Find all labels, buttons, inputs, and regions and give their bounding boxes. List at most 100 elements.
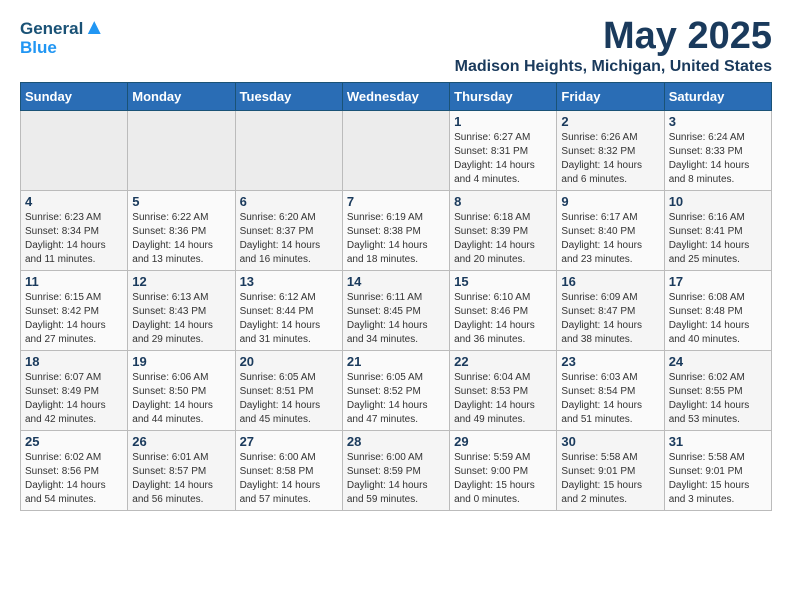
day-number: 31 <box>669 434 767 449</box>
calendar-cell: 26 Sunrise: 6:01 AMSunset: 8:57 PMDayligh… <box>128 431 235 511</box>
sunrise-label: Sunrise: 6:05 AM <box>347 372 423 383</box>
logo-bird-icon: ▲ <box>83 14 105 39</box>
day-number: 26 <box>132 434 230 449</box>
daylight-label: Daylight: 14 hours and 29 minutes. <box>132 320 213 345</box>
sunset-label: Sunset: 8:56 PM <box>25 466 99 477</box>
sunrise-label: Sunrise: 6:26 AM <box>561 132 637 143</box>
daylight-label: Daylight: 14 hours and 31 minutes. <box>240 320 321 345</box>
day-number: 7 <box>347 194 445 209</box>
sunrise-label: Sunrise: 5:58 AM <box>561 452 637 463</box>
page: General▲ Blue May 2025 Madison Heights, … <box>0 0 792 526</box>
week-row-3: 11Sunrise: 6:15 AMSunset: 8:42 PMDayligh… <box>21 271 772 351</box>
daylight-label: Daylight: 14 hours and 25 minutes. <box>669 240 750 265</box>
sunset-label: Sunset: 8:51 PM <box>240 386 314 397</box>
daylight-label: Daylight: 15 hours and 2 minutes. <box>561 480 642 505</box>
sunset-label: Sunset: 8:32 PM <box>561 146 635 157</box>
col-header-tuesday: Tuesday <box>235 83 342 111</box>
day-number: 28 <box>347 434 445 449</box>
sunset-label: Sunset: 8:39 PM <box>454 226 528 237</box>
day-number: 16 <box>561 274 659 289</box>
sunset-label: Sunset: 8:31 PM <box>454 146 528 157</box>
sunset-label: Sunset: 8:58 PM <box>240 466 314 477</box>
day-info: Sunrise: 6:04 AMSunset: 8:53 PMDaylight:… <box>454 371 552 427</box>
calendar-cell: 6Sunrise: 6:20 AMSunset: 8:37 PMDaylight… <box>235 191 342 271</box>
day-info: Sunrise: 5:58 AMSunset: 9:01 PMDaylight:… <box>669 451 767 507</box>
day-number: 8 <box>454 194 552 209</box>
sunset-label: Sunset: 8:37 PM <box>240 226 314 237</box>
day-number: 21 <box>347 354 445 369</box>
day-info: Sunrise: 6:10 AMSunset: 8:46 PMDaylight:… <box>454 291 552 347</box>
col-header-friday: Friday <box>557 83 664 111</box>
month-title: May 2025 <box>455 15 772 58</box>
day-info: Sunrise: 6:02 AMSunset: 8:55 PMDaylight:… <box>669 371 767 427</box>
sunrise-label: Sunrise: 6:02 AM <box>669 372 745 383</box>
day-number: 25 <box>25 434 123 449</box>
calendar-cell: 12 Sunrise: 6:13 AMSunset: 8:43 PMDayligh… <box>128 271 235 351</box>
daylight-label: Daylight: 14 hours and 42 minutes. <box>25 400 106 425</box>
daylight-label: Daylight: 14 hours and 56 minutes. <box>132 480 213 505</box>
day-info: Sunrise: 6:06 AMSunset: 8:50 PMDaylight:… <box>132 371 230 427</box>
week-row-1: 1 Sunrise: 6:27 AMSunset: 8:31 PMDaylight… <box>21 111 772 191</box>
daylight-label: Daylight: 15 hours and 0 minutes. <box>454 480 535 505</box>
day-number: 30 <box>561 434 659 449</box>
calendar-cell <box>342 111 449 191</box>
calendar-cell: 8 Sunrise: 6:18 AMSunset: 8:39 PMDaylight… <box>450 191 557 271</box>
calendar-cell: 13Sunrise: 6:12 AMSunset: 8:44 PMDayligh… <box>235 271 342 351</box>
daylight-label: Daylight: 14 hours and 40 minutes. <box>669 320 750 345</box>
day-number: 20 <box>240 354 338 369</box>
calendar-cell: 28Sunrise: 6:00 AMSunset: 8:59 PMDayligh… <box>342 431 449 511</box>
day-number: 27 <box>240 434 338 449</box>
day-number: 12 <box>132 274 230 289</box>
sunset-label: Sunset: 9:00 PM <box>454 466 528 477</box>
calendar-cell: 22Sunrise: 6:04 AMSunset: 8:53 PMDayligh… <box>450 351 557 431</box>
day-number: 14 <box>347 274 445 289</box>
day-info: Sunrise: 6:00 AMSunset: 8:58 PMDaylight:… <box>240 451 338 507</box>
sunset-label: Sunset: 8:38 PM <box>347 226 421 237</box>
sunrise-label: Sunrise: 6:08 AM <box>669 292 745 303</box>
sunset-label: Sunset: 8:41 PM <box>669 226 743 237</box>
sunrise-label: Sunrise: 6:02 AM <box>25 452 101 463</box>
day-info: Sunrise: 6:07 AMSunset: 8:49 PMDaylight:… <box>25 371 123 427</box>
day-info: Sunrise: 6:01 AMSunset: 8:57 PMDaylight:… <box>132 451 230 507</box>
daylight-label: Daylight: 14 hours and 23 minutes. <box>561 240 642 265</box>
daylight-label: Daylight: 15 hours and 3 minutes. <box>669 480 750 505</box>
calendar-cell <box>21 111 128 191</box>
day-info: Sunrise: 6:12 AMSunset: 8:44 PMDaylight:… <box>240 291 338 347</box>
header: General▲ Blue May 2025 Madison Heights, … <box>20 15 772 76</box>
col-header-thursday: Thursday <box>450 83 557 111</box>
calendar-cell: 5 Sunrise: 6:22 AMSunset: 8:36 PMDaylight… <box>128 191 235 271</box>
day-info: Sunrise: 6:11 AMSunset: 8:45 PMDaylight:… <box>347 291 445 347</box>
sunset-label: Sunset: 8:57 PM <box>132 466 206 477</box>
day-number: 5 <box>132 194 230 209</box>
day-info: Sunrise: 6:13 AMSunset: 8:43 PMDaylight:… <box>132 291 230 347</box>
calendar-cell: 17Sunrise: 6:08 AMSunset: 8:48 PMDayligh… <box>664 271 771 351</box>
day-info: Sunrise: 6:17 AMSunset: 8:40 PMDaylight:… <box>561 211 659 267</box>
day-info: Sunrise: 6:18 AMSunset: 8:39 PMDaylight:… <box>454 211 552 267</box>
sunrise-label: Sunrise: 6:24 AM <box>669 132 745 143</box>
calendar-table: SundayMondayTuesdayWednesdayThursdayFrid… <box>20 82 772 511</box>
day-number: 1 <box>454 114 552 129</box>
day-info: Sunrise: 6:27 AMSunset: 8:31 PMDaylight:… <box>454 131 552 187</box>
sunrise-label: Sunrise: 6:04 AM <box>454 372 530 383</box>
col-header-monday: Monday <box>128 83 235 111</box>
sunrise-label: Sunrise: 6:19 AM <box>347 212 423 223</box>
day-number: 3 <box>669 114 767 129</box>
week-row-4: 18Sunrise: 6:07 AMSunset: 8:49 PMDayligh… <box>21 351 772 431</box>
calendar-cell: 7Sunrise: 6:19 AMSunset: 8:38 PMDaylight… <box>342 191 449 271</box>
sunrise-label: Sunrise: 6:10 AM <box>454 292 530 303</box>
day-info: Sunrise: 6:23 AMSunset: 8:34 PMDaylight:… <box>25 211 123 267</box>
col-header-saturday: Saturday <box>664 83 771 111</box>
sunrise-label: Sunrise: 6:15 AM <box>25 292 101 303</box>
sunrise-label: Sunrise: 6:03 AM <box>561 372 637 383</box>
calendar-cell: 16 Sunrise: 6:09 AMSunset: 8:47 PMDayligh… <box>557 271 664 351</box>
daylight-label: Daylight: 14 hours and 49 minutes. <box>454 400 535 425</box>
sunrise-label: Sunrise: 6:20 AM <box>240 212 316 223</box>
day-info: Sunrise: 6:26 AMSunset: 8:32 PMDaylight:… <box>561 131 659 187</box>
sunset-label: Sunset: 8:40 PM <box>561 226 635 237</box>
sunset-label: Sunset: 8:50 PM <box>132 386 206 397</box>
logo: General▲ Blue <box>20 15 105 58</box>
day-info: Sunrise: 6:22 AMSunset: 8:36 PMDaylight:… <box>132 211 230 267</box>
calendar-cell: 15Sunrise: 6:10 AMSunset: 8:46 PMDayligh… <box>450 271 557 351</box>
sunset-label: Sunset: 8:54 PM <box>561 386 635 397</box>
day-info: Sunrise: 6:09 AMSunset: 8:47 PMDaylight:… <box>561 291 659 347</box>
